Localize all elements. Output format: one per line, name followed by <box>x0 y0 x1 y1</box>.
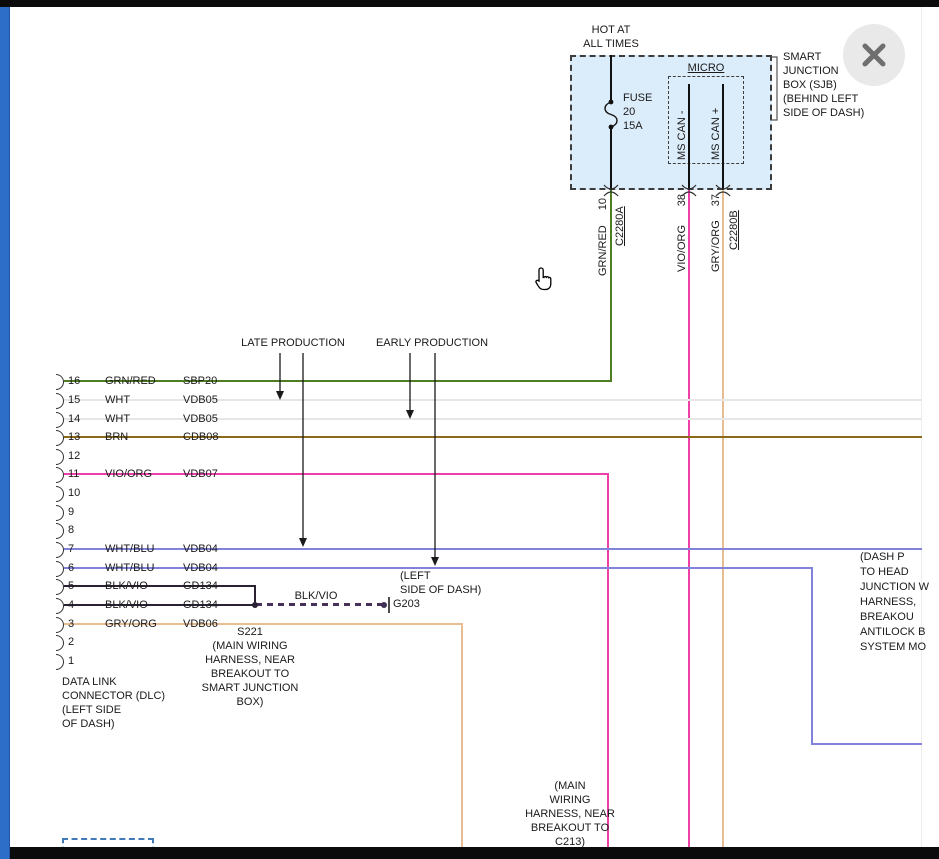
dlc-name-line1: DATA LINK <box>62 676 117 689</box>
late-production-label: LATE PRODUCTION <box>240 337 346 350</box>
fuse-rating: 15A <box>623 120 643 133</box>
wire-wht-blu-bottom-run <box>811 743 922 745</box>
dlc-pin-row-9: 9 <box>56 504 276 520</box>
pin-cavity-icon <box>56 579 64 595</box>
fuse-feed-line <box>610 55 612 102</box>
dlc-pin-row-6: 6WHT/BLUVDB04 <box>56 560 276 576</box>
dlc-name-line2: CONNECTOR (DLC) <box>62 690 165 703</box>
dlc-name-line4: OF DASH) <box>62 718 115 731</box>
pin-cavity-icon <box>56 467 64 483</box>
splice-id-label: S221 <box>192 626 308 639</box>
dlc-pin-row-12: 12 <box>56 448 276 464</box>
splice-desc-line2: HARNESS, NEAR <box>192 654 308 667</box>
close-icon <box>843 24 905 86</box>
pin-cavity-icon <box>56 617 64 633</box>
right-note-line1: (DASH P <box>860 551 905 564</box>
pin-cavity-icon <box>56 542 64 558</box>
connector-c2280a-label: C2280A <box>614 198 627 246</box>
connector-c2280b-label: C2280B <box>728 200 741 250</box>
close-button[interactable] <box>843 24 905 86</box>
hand-pointer-cursor-icon <box>533 266 555 299</box>
wiring-diagram-canvas: HOT AT ALL TIMES FUSE 20 15A MICRO MS CA… <box>0 0 939 859</box>
pin-cavity-icon <box>56 561 64 577</box>
wire-gry-org-pin3-vertical <box>461 623 463 847</box>
pin-cavity-icon <box>56 374 64 390</box>
dlc-pin-row-13: 13BRNCDB08 <box>56 429 276 445</box>
wire-grn-red-vertical <box>610 190 612 382</box>
dlc-pin-row-4: 4BLK/VIOGD134 <box>56 597 276 613</box>
pin-cavity-icon <box>56 486 64 502</box>
right-note-line2: TO HEAD <box>860 566 909 579</box>
dlc-pin-row-16: 16GRN/REDSBP20 <box>56 373 276 389</box>
right-note-line3: JUNCTION W <box>860 581 929 594</box>
bottom-note-line3: HARNESS, NEAR <box>505 808 635 821</box>
pin-cavity-icon <box>56 505 64 521</box>
late-production-arrowhead-2 <box>299 538 307 547</box>
pin-cavity-icon <box>56 449 64 465</box>
splice-desc-line1: (MAIN WIRING <box>192 640 308 653</box>
blk-vio-splice-wire-label: BLK/VIO <box>281 590 351 603</box>
wire-gry-org-sjb-vertical <box>722 190 724 847</box>
dlc-pin-row-15: 15WHTVDB05 <box>56 392 276 408</box>
splice-desc-line4: SMART JUNCTION <box>192 682 308 695</box>
sjb-name-line1: SMART <box>783 51 821 64</box>
pin-cavity-icon <box>56 598 64 614</box>
fuse-number: 20 <box>623 106 635 119</box>
dlc-pin-row-5: 5BLK/VIOGD134 <box>56 578 276 594</box>
wire-wht-blu-vertical <box>811 567 813 745</box>
dlc-pin-row-7: 7WHT/BLUVDB04 <box>56 541 276 557</box>
dlc-pin-row-14: 14WHTVDB05 <box>56 411 276 427</box>
ground-id-label: G203 <box>393 598 420 611</box>
splice-desc-line3: BREAKOUT TO <box>192 668 308 681</box>
ground-location-line1: (LEFT <box>400 570 431 583</box>
diagram-right-edge <box>921 7 922 847</box>
dlc-name-line3: (LEFT SIDE <box>62 704 121 717</box>
sjb-name-line3: BOX (SJB) <box>783 79 837 92</box>
right-note-line5: BREAKOU <box>860 611 914 624</box>
bottom-note-line2: WIRING <box>505 794 635 807</box>
wire-vio-org-sjb-vertical <box>688 190 690 847</box>
right-note-line4: HARNESS, <box>860 596 916 609</box>
early-production-arrowhead-2 <box>431 557 439 566</box>
ms-can-plus-label: MS CAN + <box>710 90 723 160</box>
ms-can-minus-label: MS CAN - <box>676 90 689 160</box>
vio-org-wire-label: VIO/ORG38 <box>676 194 689 272</box>
pin-cavity-icon <box>56 412 64 428</box>
left-window-border <box>0 0 10 859</box>
early-production-label: EARLY PRODUCTION <box>374 337 490 350</box>
pin-cavity-icon <box>56 393 64 409</box>
ground-location-line2: SIDE OF DASH) <box>400 584 481 597</box>
dlc-pin-row-11: 11VIO/ORGVDB07 <box>56 466 276 482</box>
fuse-label: FUSE <box>623 92 652 105</box>
pin-cavity-icon <box>56 654 64 670</box>
sjb-name-line4: (BEHIND LEFT <box>783 93 858 106</box>
bottom-window-border <box>10 847 939 859</box>
grn-red-wire-label: GRN/RED10 <box>597 198 610 276</box>
bottom-note-line4: BREAKOUT TO <box>505 822 635 835</box>
right-note-line6: ANTILOCK B <box>860 626 925 639</box>
sjb-name-line2: JUNCTION <box>783 65 839 78</box>
hot-at-label-line1: HOT AT <box>573 24 649 37</box>
hot-at-label-line2: ALL TIMES <box>573 38 649 51</box>
dlc-pin-row-8: 8 <box>56 522 276 538</box>
bottom-note-line1: (MAIN <box>505 780 635 793</box>
gry-org-wire-label: GRY/ORG37 <box>710 194 723 272</box>
splice-desc-line5: BOX) <box>192 696 308 709</box>
top-window-border <box>0 0 939 7</box>
dlc-pin-row-10: 10 <box>56 485 276 501</box>
pin-cavity-icon <box>56 523 64 539</box>
pin-cavity-icon <box>56 430 64 446</box>
micro-label: MICRO <box>668 62 744 75</box>
pin-cavity-icon <box>56 635 64 651</box>
fuse-out-line <box>610 127 612 190</box>
right-note-line7: SYSTEM MO <box>860 641 926 654</box>
sjb-name-line5: SIDE OF DASH) <box>783 107 864 120</box>
